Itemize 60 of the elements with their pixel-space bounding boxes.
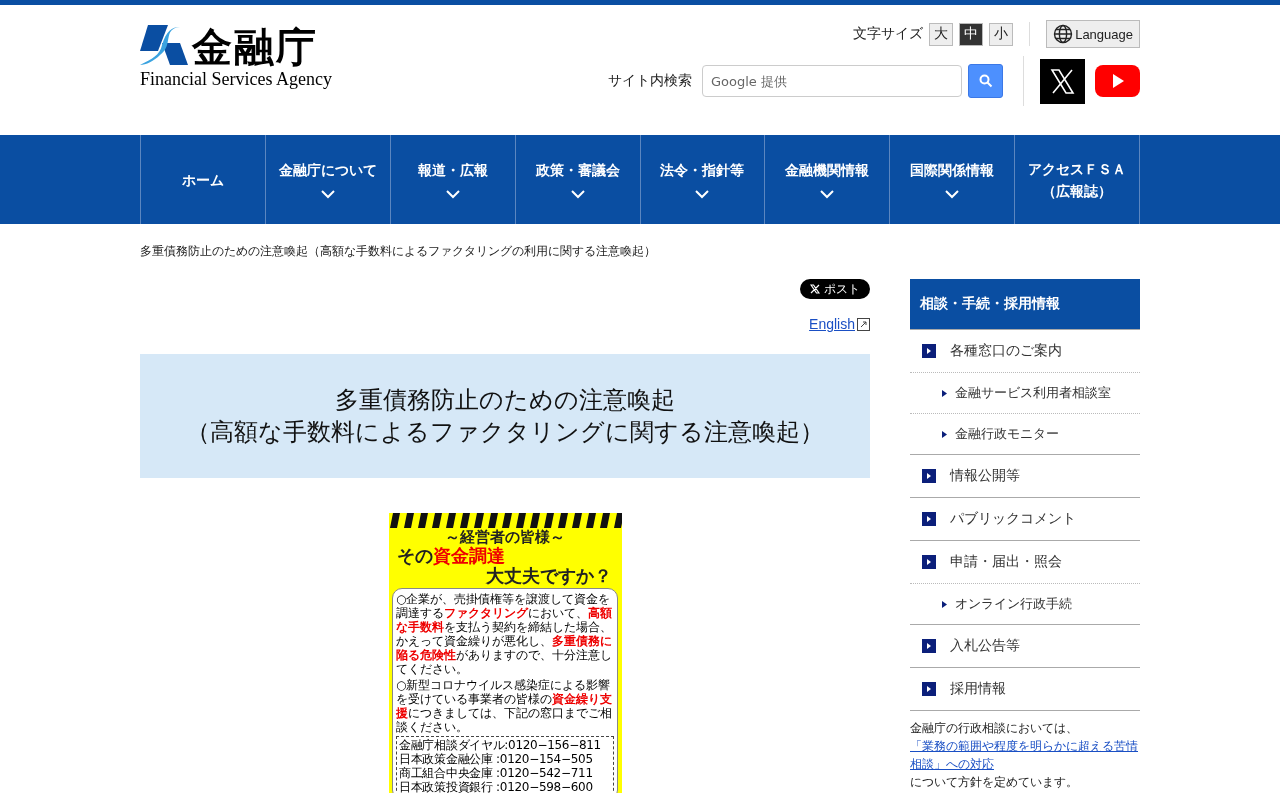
search-icon xyxy=(978,74,993,88)
search-field[interactable]: Google 提供 xyxy=(702,65,962,97)
sidebar-link[interactable]: 各種窓口のご案内 xyxy=(910,329,1140,372)
search-label: サイト内検索 xyxy=(608,72,692,90)
arrow-square-icon xyxy=(922,344,936,358)
sidebar-link[interactable]: 入札公告等 xyxy=(910,624,1140,667)
arrow-square-icon xyxy=(922,639,936,653)
page-title: 多重債務防止のための注意喚起 xyxy=(335,385,675,416)
logo-subtitle: Financial Services Agency xyxy=(140,69,332,89)
font-size-button[interactable]: 中 xyxy=(959,22,984,46)
page-title: （高額な手数料によるファクタリングに関する注意喚起） xyxy=(186,417,824,448)
contact-line: 金融庁相談ダイヤル:0120−156−811 xyxy=(399,738,602,752)
sidebar-link[interactable]: 金融行政モニター xyxy=(910,413,1140,454)
contact-line: 日本政策投資銀行 :0120−598−600 xyxy=(399,780,594,793)
language-button[interactable]: Language xyxy=(1046,20,1140,48)
triangle-icon xyxy=(942,430,947,438)
nav-item[interactable]: 金融機関情報 xyxy=(765,135,891,224)
arrow-square-icon xyxy=(922,512,936,526)
sidebar-link[interactable]: 情報公開等 xyxy=(910,454,1140,497)
triangle-icon xyxy=(942,389,947,397)
search-button[interactable] xyxy=(968,64,1003,98)
arrow-square-icon xyxy=(922,469,936,483)
sidebar-link[interactable]: 金融サービス利用者相談室 xyxy=(910,372,1140,413)
x-logo-icon[interactable] xyxy=(1040,58,1085,104)
poster-paragraph: ○企業が、売掛債権等を譲渡して資金を調達するファクタリングにおいて、高額な手数料を支払う契約を締結した場合、かえって資金繰りが悪化し、多重債務に陥る危険性がありますので、十分注意してください。 xyxy=(396,592,613,676)
sidebar-heading: 相談・手続・採用情報 xyxy=(910,279,1140,329)
breadcrumb: 多重債務防止のための注意喚起（高額な手数料によるファクタリングの利用に関する注意喚起） xyxy=(140,243,657,260)
triangle-icon xyxy=(942,600,947,608)
arrow-square-icon xyxy=(922,682,936,696)
sidebar-link[interactable]: 採用情報 xyxy=(910,667,1140,710)
post-button[interactable]: ポスト xyxy=(800,279,870,299)
font-size-button[interactable]: 小 xyxy=(989,22,1014,46)
contact-line: 商工組合中央金庫 :0120−542−711 xyxy=(399,766,594,780)
poster-greeting: ～経営者の皆様～ xyxy=(445,528,565,546)
nav-item[interactable]: 政策・審議会 xyxy=(515,135,641,224)
sidebar-link[interactable]: 申請・届出・照会 xyxy=(910,540,1140,583)
english-link[interactable]: English xyxy=(809,316,870,332)
nav-item[interactable]: アクセスＦＳＡ （広報誌） xyxy=(1015,135,1140,224)
arrow-square-icon xyxy=(922,555,936,569)
sidebar-note: について方針を定めています。 xyxy=(910,774,1079,791)
nav-item[interactable]: 法令・指針等 xyxy=(640,135,766,224)
logo-title: 金融庁 xyxy=(192,25,318,69)
policy-link[interactable]: 「業務の範囲や程度を明らかに超える苦情相談」への対応 xyxy=(910,737,1140,773)
nav-item[interactable]: 国際関係情報 xyxy=(890,135,1016,224)
font-size-button[interactable]: 大 xyxy=(929,22,954,46)
contact-line: 日本政策金融公庫 :0120−154−505 xyxy=(399,752,594,766)
sidebar-note: 金融庁の行政相談においては、 xyxy=(910,720,1079,737)
sidebar-link[interactable]: パブリックコメント xyxy=(910,497,1140,540)
globe-icon xyxy=(1053,24,1074,44)
poster-paragraph: ○新型コロナウイルス感染症による影響を受けている事業者の皆様の資金繰り支援につきましては、下記の窓口までご相談ください。 xyxy=(396,678,613,734)
external-link-icon xyxy=(857,317,870,331)
nav-item[interactable]: 報道・広報 xyxy=(390,135,516,224)
sidebar-link[interactable]: オンライン行政手続 xyxy=(910,583,1140,624)
font-size-label: 文字サイズ xyxy=(853,25,924,43)
nav-item[interactable]: ホーム xyxy=(141,135,266,224)
x-logo-icon xyxy=(810,284,820,294)
poster-headline: 大丈夫ですか？ xyxy=(485,566,613,586)
poster-headline: その資金調達 xyxy=(395,546,505,566)
nav-item[interactable]: 金融庁について xyxy=(265,135,391,224)
youtube-icon[interactable] xyxy=(1095,65,1140,97)
